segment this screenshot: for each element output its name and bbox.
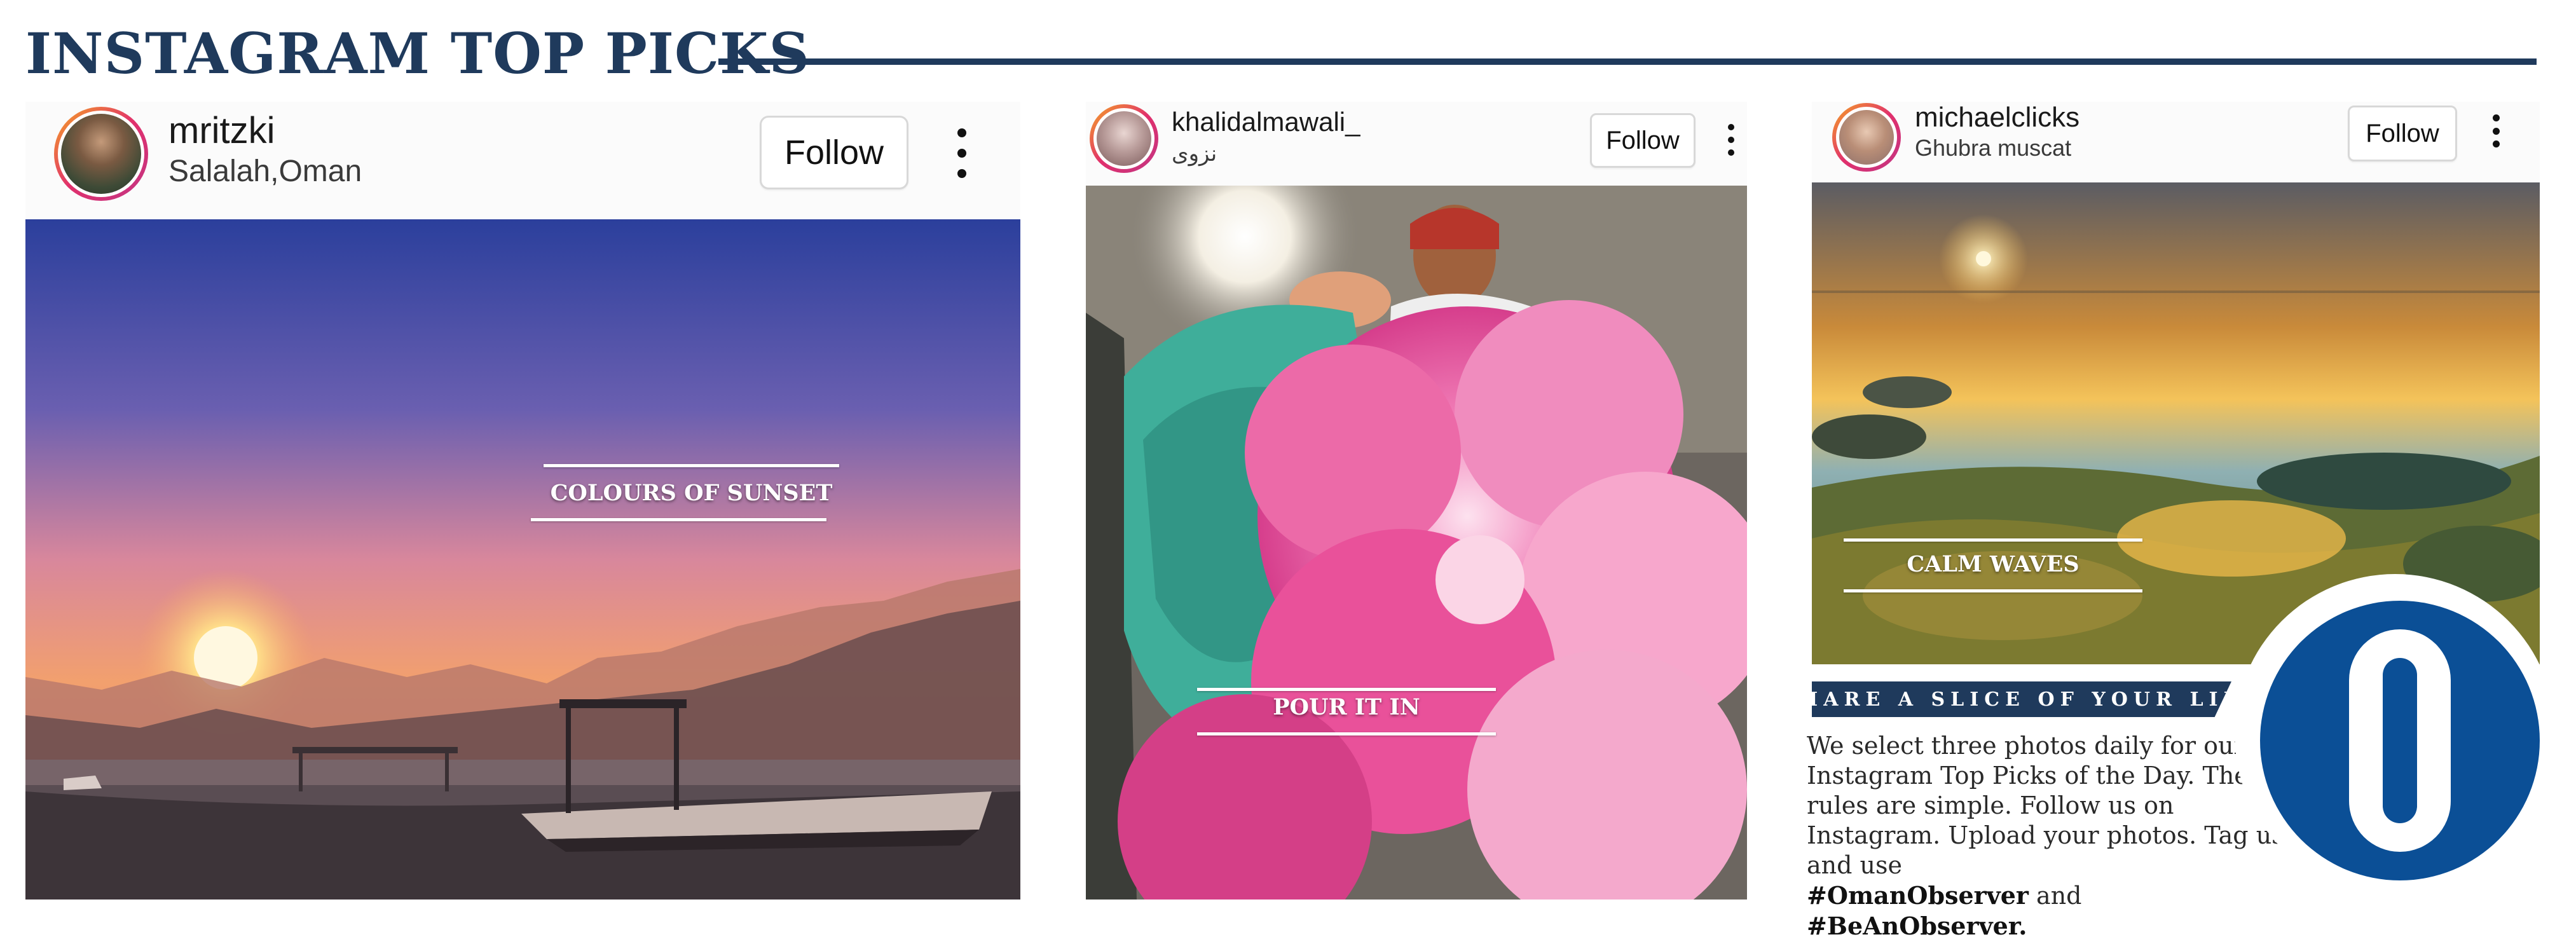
share-banner: SHARE A SLICE OF YOUR LIFE [1812,681,2231,717]
promo-text: We select three photos daily for our Ins… [1807,731,2290,941]
caption-rule-bottom [1197,732,1496,735]
promo-body: We select three photos daily for our Ins… [1807,732,2284,879]
post-header: khalidalmawali_ نزوى Follow [1086,102,1747,186]
page-title: INSTAGRAM TOP PICKS [25,20,811,86]
post-photo: POUR IT IN [1086,186,1747,900]
avatar[interactable] [1832,103,1901,172]
follow-button[interactable]: Follow [2348,106,2457,161]
post-location[interactable]: نزوى [1172,141,1217,167]
more-vertical-icon[interactable] [1727,124,1736,156]
post-header: michaelclicks Ghubra muscat Follow [1812,102,2540,182]
avatar[interactable] [54,107,148,201]
hashtag-oman-observer: #OmanObserver [1807,881,2029,910]
title-rule [718,58,2537,65]
caption-rule-top [544,464,839,467]
hashtag-connector: and [2036,882,2082,910]
post-photo: COLOURS OF SUNSET [25,219,1020,900]
post-username[interactable]: mritzki [168,109,275,152]
more-vertical-icon[interactable] [956,128,968,178]
caption-rule-top [1197,688,1496,691]
photo-caption: POUR IT IN [1273,694,1420,720]
post-username[interactable]: michaelclicks [1915,102,2079,133]
photo-caption: CALM WAVES [1907,551,2079,577]
instagram-post-2: khalidalmawali_ نزوى Follow POUR IT IN [1086,102,1747,900]
caption-rule-top [1844,538,2142,542]
post-location[interactable]: Ghubra muscat [1915,135,2071,161]
hashtag-be-an-observer: #BeAnObserver. [1807,912,2027,940]
caption-rule-bottom [531,518,826,521]
caption-rule-bottom [1844,589,2142,592]
photo-caption: COLOURS OF SUNSET [550,480,833,506]
follow-button[interactable]: Follow [760,116,908,189]
post-username[interactable]: khalidalmawali_ [1172,107,1360,137]
post-location[interactable]: Salalah,Oman [168,154,362,189]
more-vertical-icon[interactable] [2491,114,2501,147]
observer-logo-icon [2260,601,2540,880]
avatar[interactable] [1090,104,1158,173]
instagram-post-1: mritzki Salalah,Oman Follow COLOURS OF S… [25,102,1020,900]
follow-button[interactable]: Follow [1590,113,1696,168]
post-header: mritzki Salalah,Oman Follow [25,102,1020,219]
